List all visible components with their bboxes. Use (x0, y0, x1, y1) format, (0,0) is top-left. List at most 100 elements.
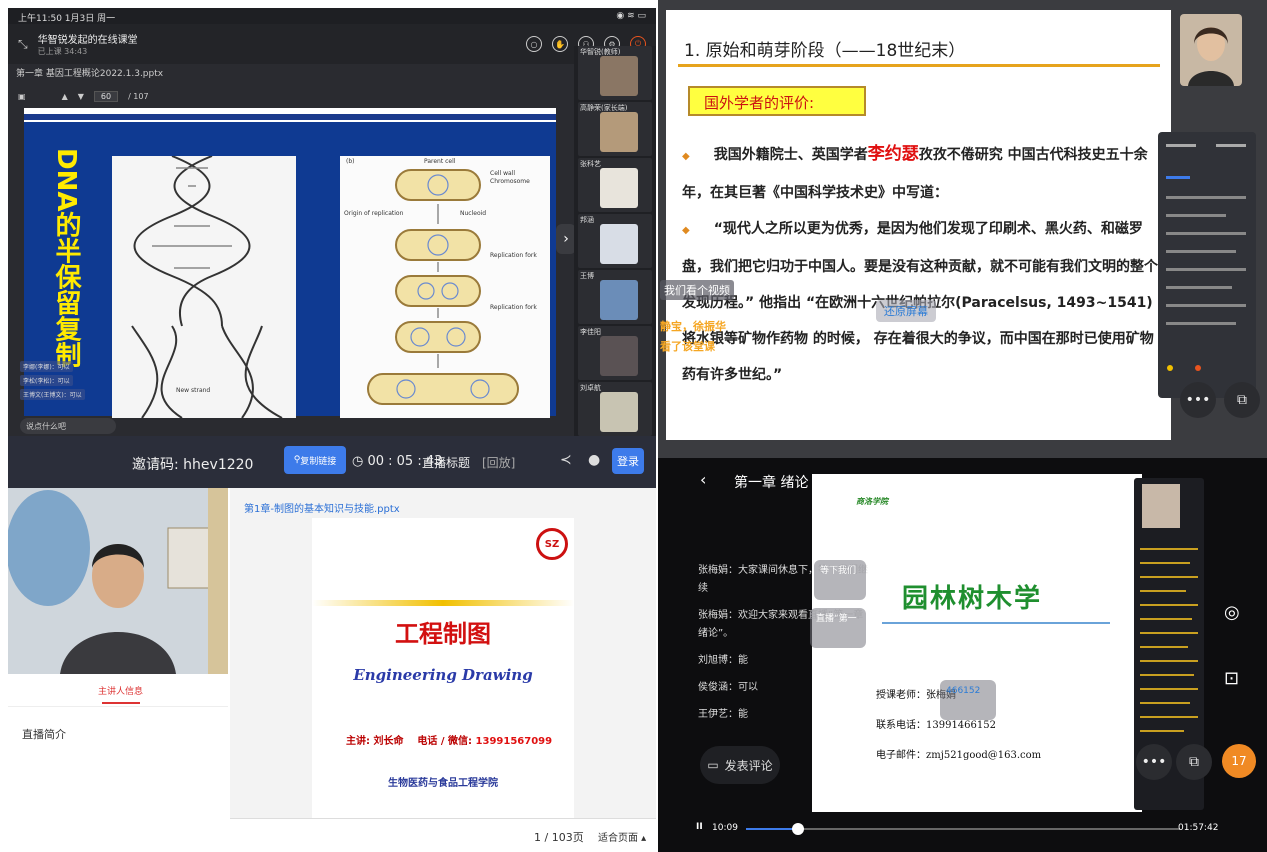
like-button[interactable]: 17 (1222, 744, 1256, 778)
page-total: / 107 (128, 91, 149, 101)
status-bar: 上午11:50 1月3日 周一 ◉ ≋ ▭ (8, 8, 656, 24)
prev-page-icon[interactable]: ▲ (62, 92, 68, 101)
like-count: 17 (1231, 754, 1247, 768)
online-classroom-window: 上午11:50 1月3日 周一 ◉ ≋ ▭ ⤡ 华智锐发起的在线课堂 已上课 3… (8, 8, 656, 436)
live-intro-label: 直播简介 (22, 728, 66, 741)
page-input[interactable]: 60 (93, 90, 119, 102)
back-icon[interactable]: ‹ (700, 470, 706, 489)
lock-icon[interactable]: ⊡ (1224, 668, 1239, 689)
sidebar-toggle-icon[interactable]: ▣ (18, 92, 26, 101)
next-slide-button[interactable]: › (556, 224, 576, 254)
highlight-box: 国外学者的评价: (688, 86, 866, 116)
bullet-icon: ◆ (682, 151, 690, 162)
avatar (600, 168, 638, 208)
camera-icon[interactable]: ◎ (1224, 602, 1240, 623)
avatar (600, 280, 638, 320)
ppt-file-name: 第一章 基因工程概论2022.1.3.pptx (16, 69, 164, 79)
teacher-camera (1180, 14, 1242, 86)
avatar (600, 112, 638, 152)
hand-icon[interactable]: ✋ (552, 36, 568, 52)
collapse-icon[interactable]: ⤡ (18, 37, 28, 52)
chat-message: 王博文(王博文)：可以 (20, 389, 85, 400)
chat-message: 李松(李松)：可以 (20, 375, 73, 386)
new-strand-label: New strand (176, 387, 210, 394)
danmu-message: 看了该堂课 (660, 340, 715, 353)
cast-button[interactable]: ⧉ (1224, 382, 1260, 418)
restore-screen-button[interactable]: 还原屏幕 (876, 300, 936, 322)
dna-helix-image: New strand (112, 155, 296, 419)
avatar (600, 336, 638, 376)
participant-tile[interactable]: 邦涵 (578, 214, 652, 268)
tab-lecturer-info[interactable]: 主讲人信息 (98, 684, 143, 697)
meeting-header: ⤡ 华智锐发起的在线课堂 已上课 34:43 ○ ✋ ⚇ ⚙ ⏻ (8, 24, 656, 64)
chat-input[interactable]: 说点什么吧 (20, 418, 116, 434)
post-comment-button[interactable]: ▭ 发表评论 (700, 746, 780, 784)
replay-label[interactable]: [回放] (482, 454, 515, 471)
avatar (600, 56, 638, 96)
lecture-video-window: 1. 原始和萌芽阶段（——18世纪末） 国外学者的评价: ◆ 我国外籍院士、英国学… (658, 0, 1267, 458)
college-logo: SZ (536, 528, 568, 560)
more-button[interactable]: ••• (1180, 382, 1216, 418)
danmu-bubble: 等下我们 (814, 560, 866, 600)
chat-side-panel (1158, 132, 1256, 398)
avatar (600, 392, 638, 432)
ppt-toolbar: ▣ ▲ ▼ 60 / 107 (18, 88, 568, 104)
play-pause-button[interactable]: II (696, 822, 703, 832)
danmu-message: 我们看个视频 (660, 280, 734, 300)
slide-engineering-drawing: SZ 工程制图 Engineering Drawing 主讲: 刘长命 电话 /… (312, 518, 574, 842)
participant-tile[interactable]: 张科艺 (578, 158, 652, 212)
invite-code: 邀请码: hhev1220 (132, 457, 254, 473)
login-button[interactable]: 登录 (612, 448, 644, 474)
slide-text: ◆ 我国外籍院士、英国学者李约瑟孜孜不倦研究 中国古代科技史五十余年，在其巨著《中… (682, 144, 1158, 383)
meeting-time: 已上课 34:43 (37, 47, 88, 56)
participant-tile[interactable]: 高静荣(家长端) (578, 102, 652, 156)
meeting-title: 华智锐发起的在线课堂 (37, 35, 138, 46)
share-icon[interactable]: ≺ (560, 452, 572, 468)
ppt-footer: 1 / 103页 适合页面 ▴ (230, 818, 656, 852)
next-page-icon[interactable]: ▼ (78, 92, 84, 101)
chat-icon[interactable]: ● (588, 452, 600, 468)
progress-handle[interactable] (792, 823, 805, 835)
page-indicator: 1 / 103页 (534, 831, 584, 844)
college-name: 生物医药与食品工程学院 (388, 778, 498, 789)
participant-tile[interactable]: 李佳阳 (578, 326, 652, 380)
more-button[interactable]: ••• (1136, 744, 1172, 780)
course-title: 第一章 绪论 (734, 475, 809, 491)
slide-title: 园林树木学 (902, 584, 1043, 614)
participant-tile[interactable]: 华智锐(教师) (578, 46, 652, 100)
list-item: 王伊艺：能 (698, 709, 748, 720)
course-video-player: ‹ 第一章 绪论 商洛学院 园林树木学 授课老师：张梅娟 联系电话：139914… (658, 458, 1267, 852)
player-controls: II 10:09 01:57:42 (696, 820, 1236, 836)
participant-tile[interactable]: 刘卓航 (578, 382, 652, 436)
live-title: 直播标题 (422, 456, 471, 470)
slide-title: 1. 原始和萌芽阶段（——18世纪末） (684, 41, 966, 61)
ppt-file-name[interactable]: 第1章-制图的基本知识与技能.pptx (244, 500, 400, 515)
fit-page-select[interactable]: 适合页面 ▴ (598, 829, 646, 844)
list-item: 刘旭博：能 (698, 655, 748, 666)
bullet-icon: ◆ (682, 225, 690, 236)
status-icons: ◉ ≋ ▭ (616, 11, 646, 21)
slide-title: DNA的半保留复制 (51, 148, 81, 368)
cast-button[interactable]: ⧉ (1176, 744, 1212, 780)
link-icon: ⚲ (293, 455, 301, 465)
copy-link-button[interactable]: ⚲ 复制链接 (284, 446, 346, 474)
participant-tile[interactable]: 王博 (578, 270, 652, 324)
participant-list: 华智锐(教师) 高静荣(家长端) 张科艺 邦涵 王博 李佳阳 刘卓航 (574, 46, 656, 436)
cell-replication-image: (b) Parent cell Cell wall Chromosome Ori… (340, 156, 550, 418)
composite-screenshot: 上午11:50 1月3日 周一 ◉ ≋ ▭ ⤡ 华智锐发起的在线课堂 已上课 3… (0, 0, 1267, 852)
danmu-bubble: 直播“第一 (810, 608, 866, 648)
school-logo: 商洛学院 (856, 497, 888, 506)
chat-icon[interactable]: ○ (526, 36, 542, 52)
status-time: 上午11:50 1月3日 周一 (18, 14, 116, 24)
danmu-bubble: 466152 (940, 680, 996, 720)
email-info: 电子邮件：zmj521good@163.com (876, 750, 1042, 761)
live-top-bar: 邀请码: hhev1220 ⚲ 复制链接 ◷ 00 : 05 : 43 直播标题 … (8, 436, 656, 488)
slide-title: 工程制图 (395, 620, 491, 648)
progress-track[interactable] (746, 823, 1180, 835)
avatar (600, 224, 638, 264)
slide-body: DNA的半保留复制 New strand (b) Parent cell Cel… (24, 122, 556, 419)
current-time: 10:09 (712, 823, 738, 833)
live-stream-page: 邀请码: hhev1220 ⚲ 复制链接 ◷ 00 : 05 : 43 直播标题 … (8, 436, 656, 852)
slide-subtitle: Engineering Drawing (353, 666, 533, 684)
chat-overlay: 李娜(李娜)：可以 李松(李松)：可以 王博文(王博文)：可以 (20, 358, 85, 400)
